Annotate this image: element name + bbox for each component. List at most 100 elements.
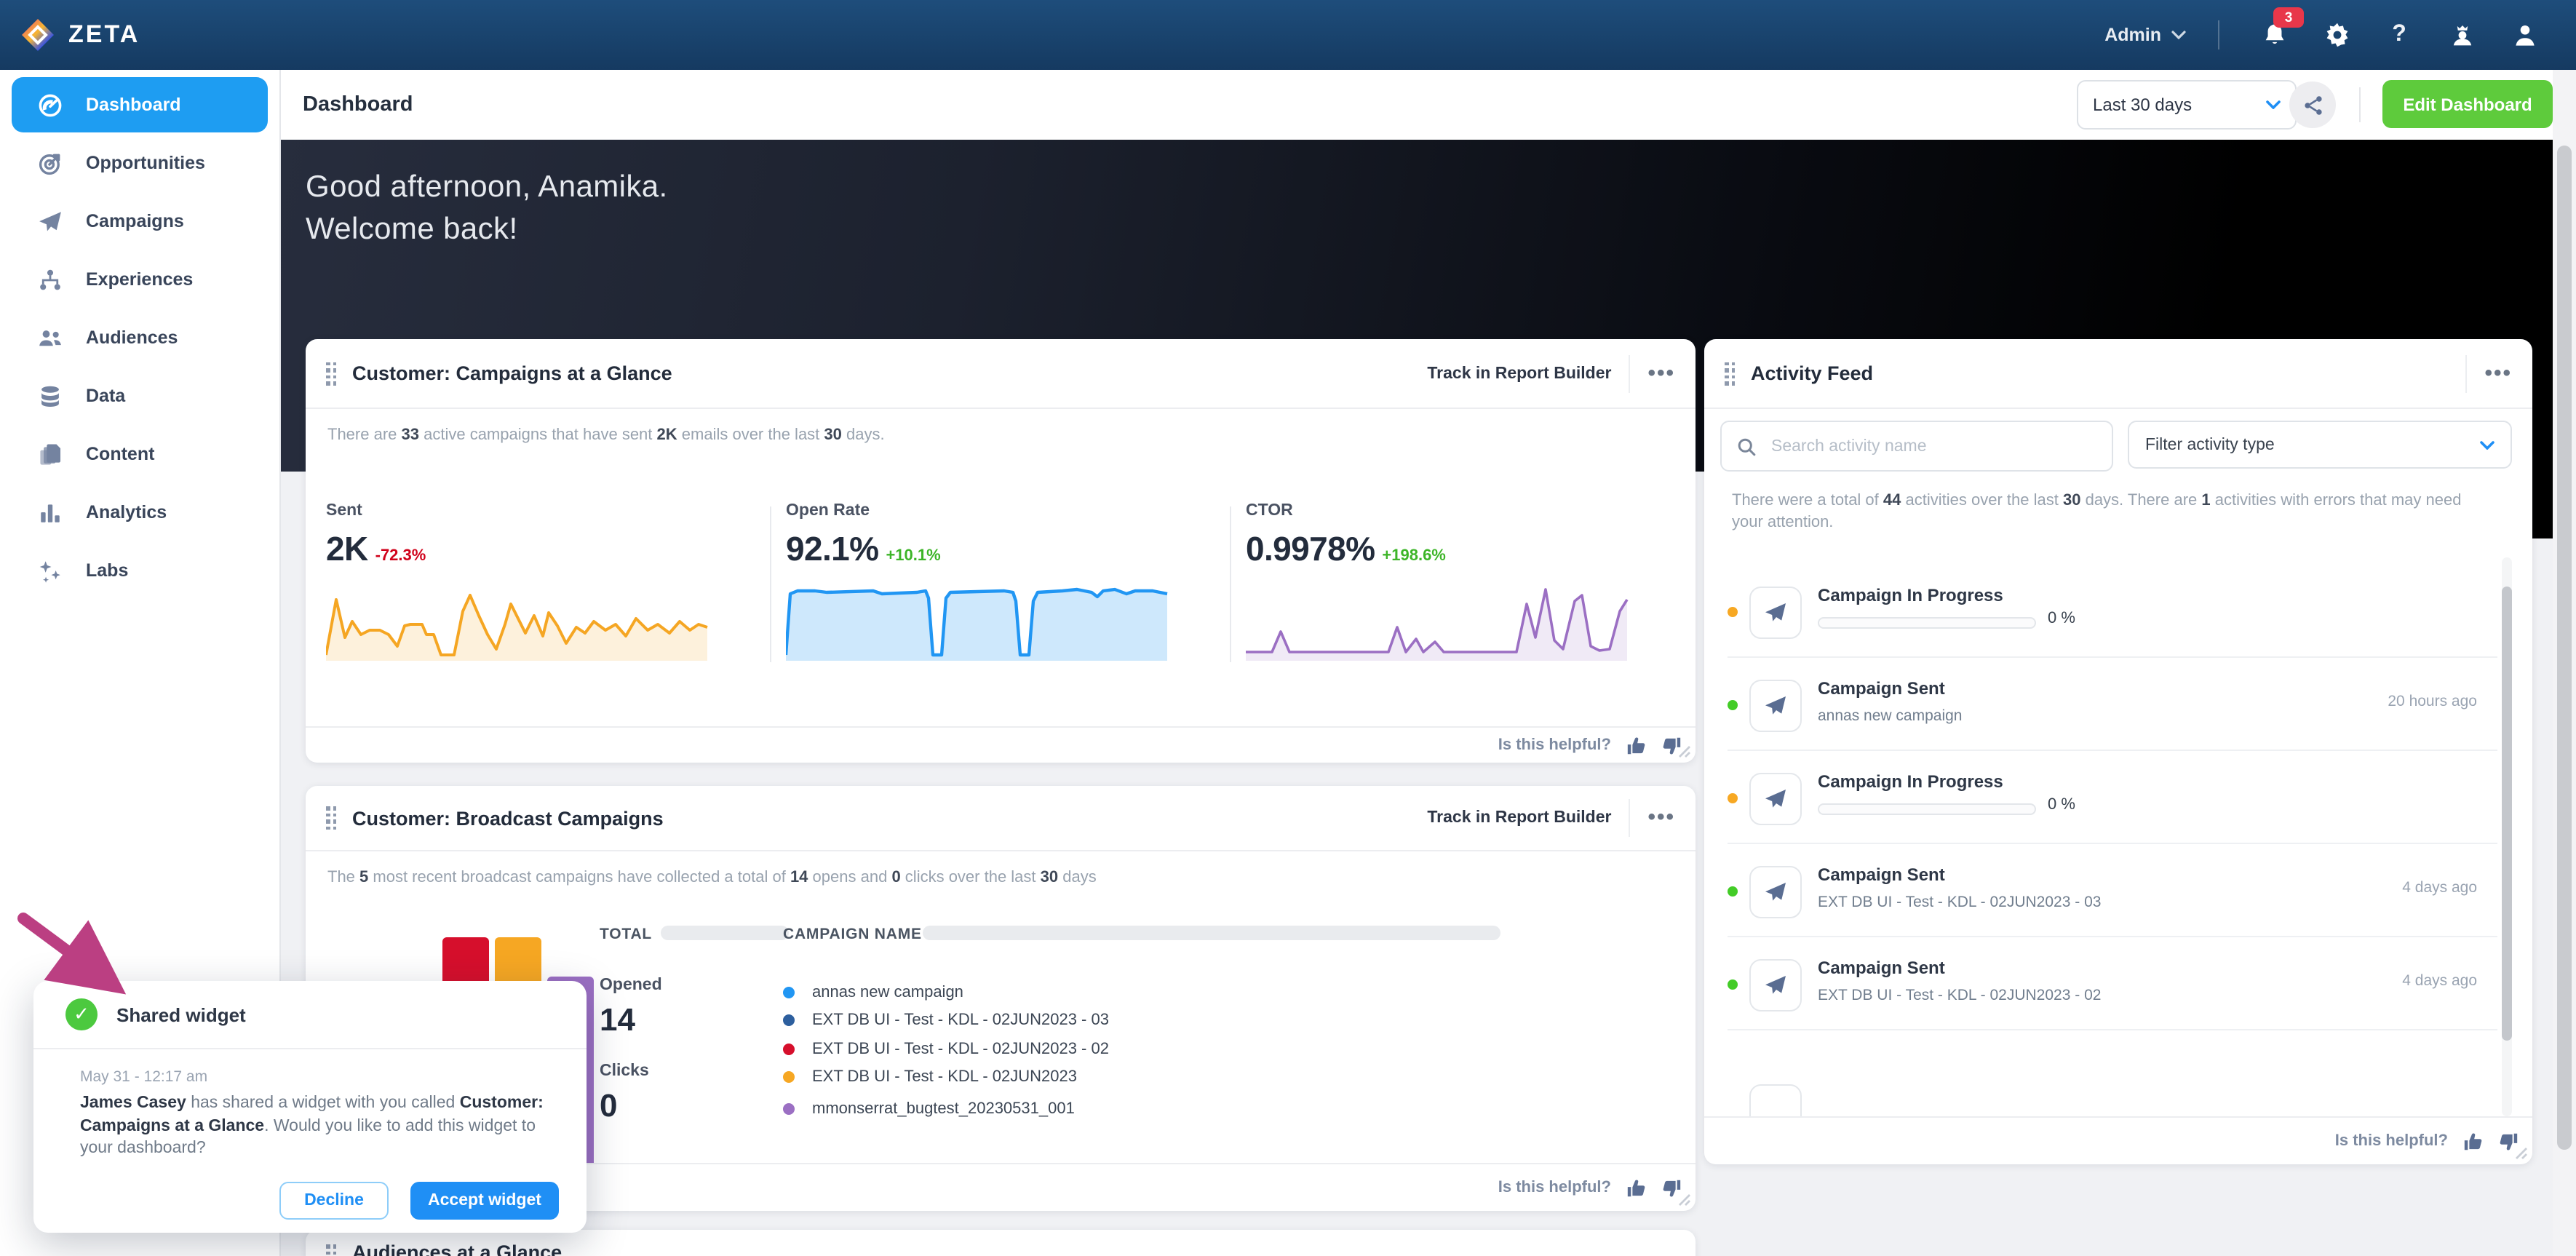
sparkles-icon: [38, 558, 63, 583]
profile-button[interactable]: [2493, 13, 2556, 57]
widget-menu-button[interactable]: •••: [2484, 366, 2512, 381]
stat-label: Sent: [326, 502, 426, 520]
stat-value: 92.1%: [786, 530, 878, 569]
edit-dashboard-button[interactable]: Edit Dashboard: [2382, 80, 2553, 128]
zeta-logo[interactable]: ZETA: [20, 17, 140, 52]
widget-menu-button[interactable]: •••: [1647, 811, 1675, 825]
activity-item[interactable]: Campaign Sent EXT DB UI - Test - KDL - 0…: [1704, 937, 2497, 1030]
activity-timestamp: 4 days ago: [2402, 972, 2477, 990]
resize-handle[interactable]: [1677, 1192, 1691, 1207]
helpful-label: Is this helpful?: [2335, 1132, 2448, 1150]
header-divider: [1629, 354, 1630, 392]
thumbs-up-icon[interactable]: [1626, 734, 1647, 756]
user-crown-icon: [2449, 22, 2475, 48]
page-scrollbar[interactable]: [2553, 70, 2576, 1256]
decline-button[interactable]: Decline: [279, 1182, 389, 1220]
header-divider: [1629, 799, 1630, 837]
drag-handle-icon[interactable]: [326, 362, 336, 385]
notifications-button[interactable]: 3: [2243, 13, 2305, 57]
flow-tree-icon: [38, 267, 63, 292]
header-divider: [2465, 354, 2467, 392]
page-header: Dashboard Last 30 days Edit Dashboard: [279, 70, 2576, 140]
sidebar-item-campaigns[interactable]: Campaigns: [12, 194, 268, 249]
chevron-down-icon: [2266, 100, 2281, 109]
widget-title: Customer: Campaigns at a Glance: [352, 362, 672, 384]
sidebar-item-label: Content: [86, 444, 154, 464]
activity-scrollbar[interactable]: [2502, 557, 2512, 1116]
activity-item[interactable]: Campaign Sent annas new campaign 20 hour…: [1704, 658, 2497, 751]
resize-handle[interactable]: [1677, 744, 1691, 758]
activity-item[interactable]: Campaign In Progress 0 %: [1704, 565, 2497, 658]
activity-subtitle: EXT DB UI - Test - KDL - 02JUN2023 - 02: [1818, 987, 2101, 1004]
widget-menu-button[interactable]: •••: [1647, 366, 1675, 381]
legend-campaign-name: EXT DB UI - Test - KDL - 02JUN2023: [812, 1068, 1077, 1086]
stat-sent: Sent 2K -72.3%: [326, 502, 426, 569]
legend-row: mmonserrat_bugtest_20230531_001: [783, 1100, 1075, 1118]
stat-divider: [1230, 506, 1231, 662]
settings-button[interactable]: [2305, 13, 2368, 57]
sidebar-item-experiences[interactable]: Experiences: [12, 252, 268, 307]
thumbs-up-icon[interactable]: [2462, 1130, 2484, 1152]
opened-label: Opened: [600, 977, 662, 994]
widget-title: Audiences at a Glance: [352, 1241, 562, 1256]
accept-widget-button[interactable]: Accept widget: [410, 1182, 559, 1220]
widget-title: Activity Feed: [1751, 362, 1873, 384]
activity-item[interactable]: Campaign Sent EXT DB UI - Test - KDL - 0…: [1704, 844, 2497, 937]
track-in-report-builder-link[interactable]: Track in Report Builder: [1427, 809, 1611, 827]
drag-handle-icon[interactable]: [326, 1244, 336, 1256]
popup-timestamp: May 31 - 12:17 am: [80, 1068, 207, 1086]
drag-handle-icon[interactable]: [326, 806, 336, 830]
track-in-report-builder-link[interactable]: Track in Report Builder: [1427, 365, 1611, 382]
widget-subtitle: There are 33 active campaigns that have …: [327, 426, 885, 444]
greeting-line2: Welcome back!: [306, 208, 668, 250]
share-dashboard-button[interactable]: [2289, 82, 2336, 128]
clicks-value: 0: [600, 1087, 618, 1125]
helpful-label: Is this helpful?: [1498, 1179, 1611, 1196]
widget-footer: Is this helpful?: [1704, 1116, 2532, 1164]
filter-activity-type-select[interactable]: Filter activity type: [2128, 421, 2512, 469]
campaign-icon-box: [1749, 866, 1802, 918]
sidebar-item-data[interactable]: Data: [12, 368, 268, 424]
legend-campaign-name: EXT DB UI - Test - KDL - 02JUN2023 - 02: [812, 1041, 1109, 1058]
status-dot: [1728, 700, 1738, 710]
sparkline-ctor: [1246, 582, 1639, 668]
widget-audiences-at-a-glance: Audiences at a Glance: [306, 1230, 1696, 1256]
search-input[interactable]: [1768, 436, 2112, 456]
sidebar-item-audiences[interactable]: Audiences: [12, 310, 268, 365]
widget-header: Customer: Broadcast Campaigns Track in R…: [306, 786, 1696, 851]
sidebar-item-opportunities[interactable]: Opportunities: [12, 135, 268, 191]
date-range-select[interactable]: Last 30 days: [2077, 80, 2297, 130]
sidebar-item-dashboard[interactable]: Dashboard: [12, 77, 268, 132]
stat-value: 0.9978%: [1246, 530, 1375, 569]
legend-row: EXT DB UI - Test - KDL - 02JUN2023: [783, 1068, 1077, 1086]
help-button[interactable]: ?: [2368, 13, 2430, 57]
activity-item[interactable]: Campaign In Progress 0 %: [1704, 751, 2497, 844]
gear-icon: [2323, 22, 2350, 48]
sidebar-item-label: Dashboard: [86, 95, 181, 115]
sidebar-item-label: Experiences: [86, 269, 193, 290]
thumbs-up-icon[interactable]: [1626, 1177, 1647, 1199]
stat-delta: +198.6%: [1382, 547, 1445, 565]
status-dot: [1728, 607, 1738, 617]
drag-handle-icon[interactable]: [1725, 362, 1735, 385]
sidebar-item-label: Campaigns: [86, 211, 184, 231]
dashboard-icon: [38, 92, 63, 117]
sidebar-item-analytics[interactable]: Analytics: [12, 485, 268, 540]
sidebar-item-content[interactable]: Content: [12, 426, 268, 482]
admin-users-button[interactable]: [2430, 13, 2493, 57]
progress-percent: 0 %: [2048, 610, 2075, 627]
widget-activity-feed: Activity Feed ••• Filter activity type T…: [1704, 339, 2532, 1164]
activity-list: Campaign In Progress 0 % Campaign Sent a…: [1704, 557, 2519, 1116]
progress-bar: [1818, 803, 2036, 815]
target-icon: [38, 151, 63, 175]
widget-header: Customer: Campaigns at a Glance Track in…: [306, 339, 1696, 409]
sidebar-item-labs[interactable]: Labs: [12, 543, 268, 598]
date-range-value: Last 30 days: [2093, 95, 2192, 115]
total-header-pill: [661, 926, 789, 940]
popup-title: Shared widget: [116, 1003, 246, 1025]
widget-subtitle: The 5 most recent broadcast campaigns ha…: [327, 869, 1097, 886]
stat-label: Open Rate: [786, 502, 941, 520]
admin-menu[interactable]: Admin: [2104, 25, 2218, 45]
stat-delta: -72.3%: [375, 547, 426, 565]
resize-handle[interactable]: [2513, 1145, 2528, 1160]
